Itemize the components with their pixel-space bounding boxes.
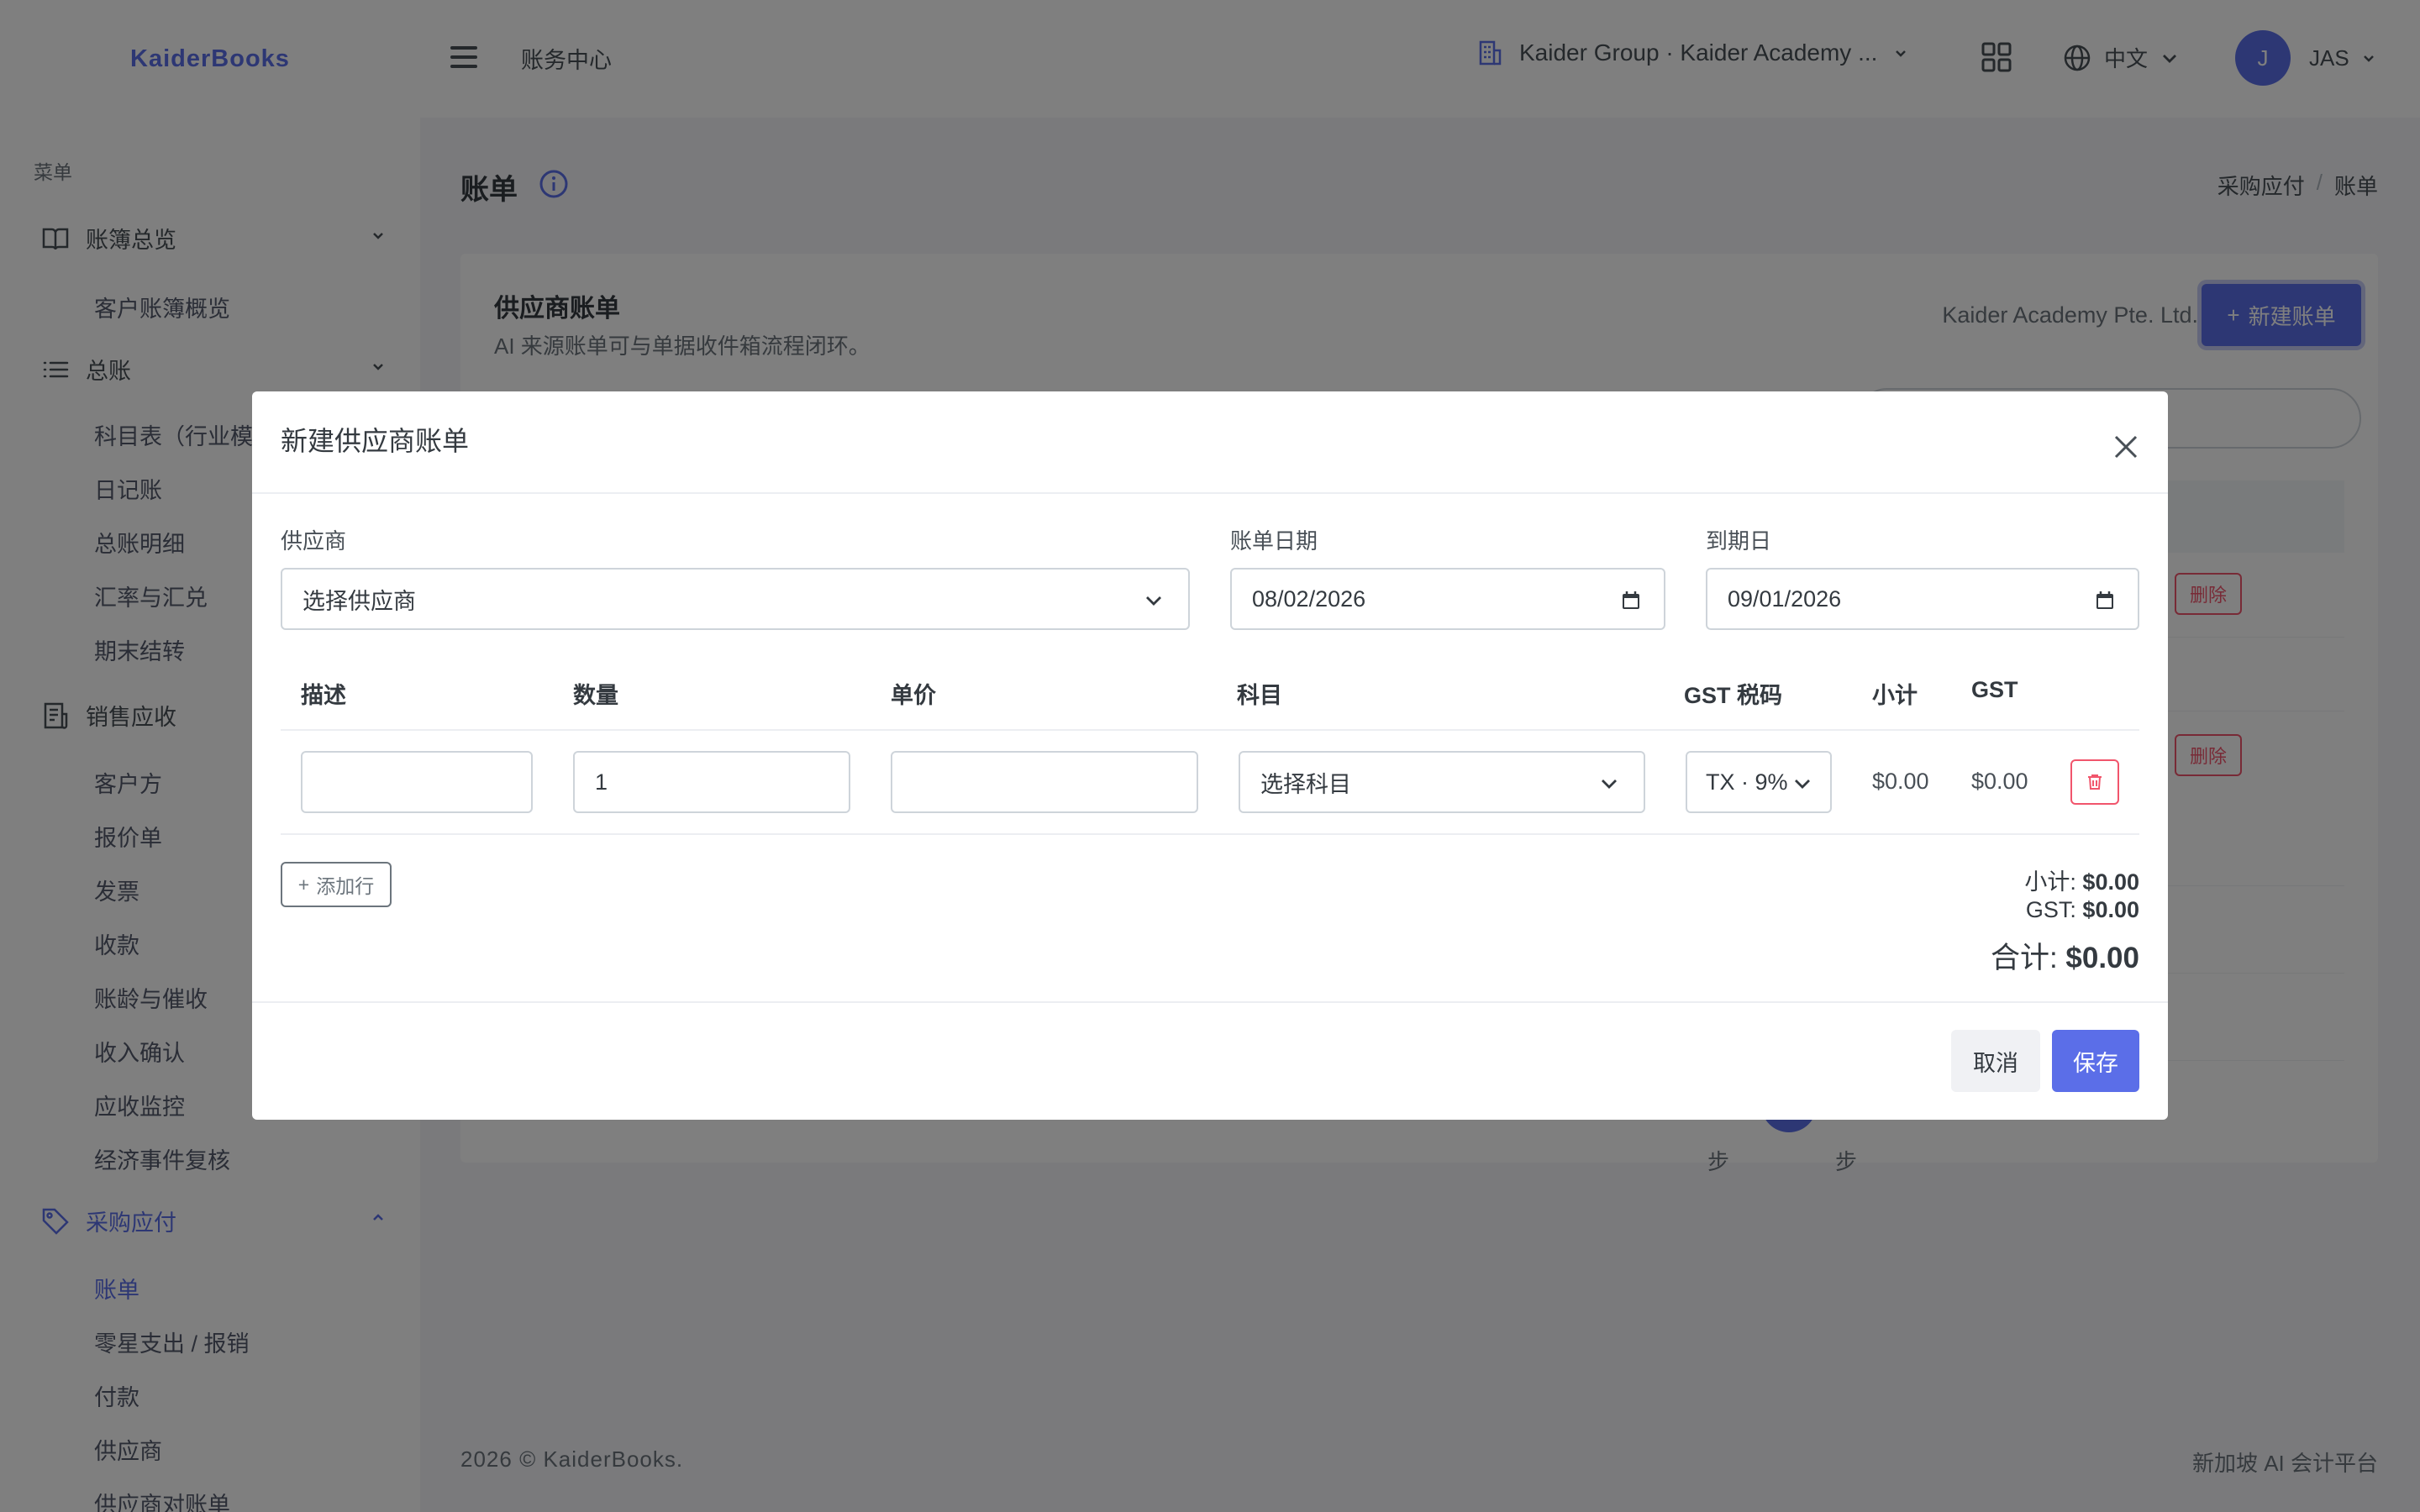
gst-summary: GST: $0.00 (2026, 897, 2139, 923)
total-summary: 合计: $0.00 (1991, 934, 2139, 977)
due-date-value: 09/01/2026 (1728, 585, 1842, 612)
line-gst: $0.00 (1971, 769, 2028, 794)
bill-date-label: 账单日期 (1230, 528, 1318, 554)
column-quantity: 数量 (573, 683, 618, 708)
calendar-icon[interactable] (2094, 590, 2116, 612)
column-tax-code: GST 税码 (1684, 683, 1783, 708)
save-button[interactable]: 保存 (2052, 1030, 2139, 1092)
delete-line-button[interactable] (2070, 759, 2119, 805)
subtotal-value: $0.00 (2082, 869, 2139, 895)
line-account-select[interactable]: 选择科目 (1239, 751, 1645, 813)
column-description: 描述 (301, 683, 346, 708)
column-gst: GST (1971, 677, 2018, 702)
column-unit-price: 单价 (891, 683, 936, 708)
subtotal-label: 小计: (2024, 869, 2076, 895)
table-divider (281, 729, 2139, 731)
line-quantity-input[interactable]: 1 (573, 751, 850, 813)
column-account: 科目 (1237, 683, 1282, 708)
total-label: 合计: (1990, 942, 2058, 974)
gst-value: $0.00 (2082, 897, 2139, 922)
modal-title: 新建供应商账单 (281, 426, 470, 456)
line-tax-code-select[interactable]: TX · 9% (1686, 751, 1832, 813)
chevron-down-icon (1791, 773, 1813, 795)
total-value: $0.00 (2065, 942, 2139, 974)
chevron-down-icon (1598, 773, 1620, 795)
calendar-icon[interactable] (1620, 590, 1642, 612)
gst-label: GST: (2025, 897, 2076, 922)
modal-footer-divider (252, 1001, 2168, 1003)
subtotal-summary: 小计: $0.00 (2024, 864, 2139, 896)
bill-date-input[interactable]: 08/02/2026 (1230, 568, 1665, 630)
line-unit-price-input[interactable] (891, 751, 1198, 813)
cancel-button[interactable]: 取消 (1951, 1030, 2040, 1092)
add-row-button[interactable]: + 添加行 (281, 862, 392, 907)
modal-header: 新建供应商账单 (252, 391, 2168, 494)
bill-date-value: 08/02/2026 (1252, 585, 1366, 612)
plus-icon: + (297, 873, 310, 895)
close-icon[interactable] (2109, 430, 2143, 464)
add-row-label: 添加行 (316, 875, 375, 897)
vendor-select-value: 选择供应商 (302, 588, 416, 614)
new-bill-modal: 新建供应商账单 供应商 选择供应商 账单日期 08/02/2026 到期日 09… (252, 391, 2168, 1120)
chevron-down-icon (1143, 590, 1165, 612)
due-date-input[interactable]: 09/01/2026 (1706, 568, 2139, 630)
line-description-input[interactable] (301, 751, 533, 813)
due-date-label: 到期日 (1706, 528, 1772, 554)
line-tax-code-value: TX · 9% (1706, 769, 1788, 795)
vendor-select[interactable]: 选择供应商 (281, 568, 1190, 630)
line-subtotal: $0.00 (1872, 769, 1929, 794)
vendor-label: 供应商 (281, 528, 347, 554)
trash-icon (2086, 773, 2104, 791)
line-account-value: 选择科目 (1260, 771, 1351, 797)
column-subtotal: 小计 (1872, 683, 1918, 708)
table-divider (281, 833, 2139, 835)
